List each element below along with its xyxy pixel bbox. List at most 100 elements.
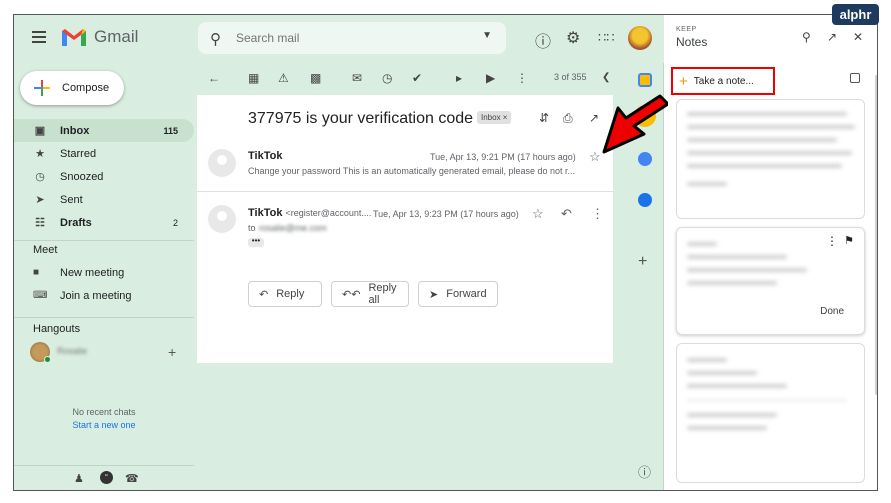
show-trimmed-content[interactable]: ••• — [248, 237, 264, 247]
gmail-header: Gmail ⚲ ▼ ⓘ ⚙ ∷∷ — [14, 15, 664, 63]
search-options-icon[interactable]: ▼ — [482, 30, 492, 41]
account-avatar[interactable] — [628, 26, 652, 50]
back-arrow-icon[interactable]: ← — [208, 71, 220, 85]
reply-all-label: Reply all — [368, 282, 397, 306]
new-list-checkbox-icon[interactable] — [850, 73, 860, 83]
note-content-blurred — [687, 242, 817, 294]
no-chats-text: No recent chats — [72, 407, 136, 417]
email-subject: 377975 is your verification code — [248, 110, 474, 127]
sidebar-nav: ▣ Inbox 115 ★ Starred ◷ Snoozed ➤ Sent ☷… — [14, 119, 194, 234]
note-card-1[interactable] — [676, 99, 865, 219]
pin-icon[interactable]: ⚑ — [844, 234, 854, 247]
report-spam-icon[interactable]: ⚠ — [278, 71, 289, 85]
email-message-collapsed[interactable]: TikTok Tue, Apr 13, 9:21 PM (17 hours ag… — [197, 147, 613, 189]
calendar-icon[interactable] — [638, 73, 652, 87]
archive-icon[interactable]: ▦ — [248, 71, 259, 85]
help-icon[interactable]: ⓘ — [535, 28, 551, 52]
take-note-label: Take a note... — [693, 75, 754, 87]
settings-gear-icon[interactable]: ⚙ — [566, 28, 580, 48]
phone-icon[interactable]: ☎ — [125, 472, 139, 485]
email-message-expanded[interactable]: TikTok <register@account.... Tue, Apr 13… — [197, 203, 613, 263]
apps-grid-icon[interactable]: ∷∷ — [598, 30, 615, 46]
move-to-icon[interactable]: ▸ — [456, 71, 462, 85]
print-icon[interactable]: ⎙ — [563, 111, 573, 126]
inbox-label-badge[interactable]: Inbox × — [477, 111, 512, 124]
video-icon: ■ — [33, 267, 40, 278]
delete-icon[interactable]: ▩ — [310, 71, 321, 85]
more-vert-icon[interactable]: ⋮ — [591, 206, 604, 222]
info-icon[interactable]: ⓘ — [638, 462, 651, 481]
alphr-watermark: alphr — [832, 4, 879, 25]
app-name: Gmail — [94, 27, 139, 46]
note-content-blurred — [687, 358, 847, 439]
keyboard-icon: ⌨ — [33, 290, 48, 301]
keep-brand: KEEP — [676, 26, 697, 33]
sender-avatar — [208, 205, 236, 233]
sidebar-item-snoozed[interactable]: ◷ Snoozed — [14, 165, 194, 188]
sidebar-item-label: Starred — [60, 147, 97, 160]
star-icon[interactable]: ☆ — [532, 206, 544, 222]
reply-icon[interactable]: ↶ — [561, 206, 572, 222]
take-a-note-button[interactable]: + Take a note... — [671, 67, 775, 95]
keep-scrollbar[interactable] — [875, 75, 877, 395]
search-icon[interactable]: ⚲ — [210, 30, 221, 48]
hangouts-chat-icon[interactable]: “ — [100, 471, 113, 484]
message-snippet: Change your password This is an automati… — [248, 166, 576, 176]
label-icon[interactable]: ▶ — [486, 71, 495, 85]
compose-button[interactable]: Compose — [20, 71, 124, 105]
mark-unread-icon[interactable]: ✉ — [352, 71, 362, 85]
new-meeting-item[interactable]: ■ New meeting — [14, 261, 194, 284]
forward-icon: ➤ — [429, 288, 439, 301]
clock-icon: ◷ — [35, 171, 45, 183]
gmail-m-icon — [62, 29, 86, 46]
gmail-logo[interactable]: Gmail — [61, 27, 138, 47]
compose-plus-icon — [34, 80, 50, 96]
sidebar-item-label: Snoozed — [60, 170, 104, 183]
more-vert-icon[interactable]: ⋮ — [826, 234, 838, 248]
meet-section: ■ New meeting ⌨ Join a meeting — [14, 261, 194, 307]
expand-collapse-icon[interactable]: ⇵ — [539, 111, 549, 125]
reply-label: Reply — [276, 288, 305, 300]
sender-name: TikTok — [248, 150, 283, 162]
done-button[interactable]: Done — [820, 306, 844, 317]
search-icon[interactable]: ⚲ — [802, 30, 811, 44]
message-date: Tue, Apr 13, 9:21 PM (17 hours ago) — [430, 152, 576, 162]
snooze-icon[interactable]: ◷ — [382, 71, 392, 85]
hangouts-user-name: Rosalie — [57, 346, 88, 356]
note-card-3[interactable] — [676, 343, 865, 483]
search-bar[interactable]: ⚲ ▼ — [198, 22, 506, 54]
sender-avatar — [208, 149, 236, 177]
prev-chevron-icon[interactable]: ❮ — [602, 72, 610, 83]
open-in-new-tab-icon[interactable]: ↗ — [827, 30, 837, 44]
sidebar-item-inbox[interactable]: ▣ Inbox 115 — [14, 119, 194, 142]
sidebar-item-drafts[interactable]: ☷ Drafts 2 — [14, 211, 194, 234]
get-addons-plus-icon[interactable]: + — [638, 253, 647, 271]
contacts-icon[interactable] — [638, 193, 652, 207]
reply-all-button[interactable]: ↶↶ Reply all — [331, 281, 409, 307]
hangouts-user[interactable]: Rosalie — [30, 342, 190, 363]
reply-icon: ↶ — [259, 288, 269, 301]
sidebar-divider — [14, 317, 194, 318]
forward-button[interactable]: ➤ Forward — [418, 281, 498, 307]
reply-all-icon: ↶↶ — [342, 288, 361, 301]
join-meeting-item[interactable]: ⌨ Join a meeting — [14, 284, 194, 307]
compose-label: Compose — [62, 82, 110, 94]
reply-button[interactable]: ↶ Reply — [248, 281, 322, 307]
main-menu-icon[interactable] — [32, 31, 46, 43]
sidebar-item-starred[interactable]: ★ Starred — [14, 142, 194, 165]
keep-panel-title: Notes — [676, 35, 708, 49]
contacts-person-icon[interactable]: ♟ — [74, 472, 84, 485]
sender-name: TikTok <register@account.... — [248, 207, 372, 219]
sidebar-item-sent[interactable]: ➤ Sent — [14, 188, 194, 211]
close-icon[interactable]: ✕ — [853, 30, 863, 44]
add-task-icon[interactable]: ✔ — [412, 71, 422, 85]
inbox-icon: ▣ — [34, 125, 46, 137]
more-options-icon[interactable]: ⋮ — [516, 71, 528, 85]
start-new-chat-link[interactable]: Start a new one — [14, 420, 194, 430]
search-input[interactable] — [236, 29, 466, 47]
sidebar-item-label: Sent — [60, 193, 83, 206]
pagination-text: 3 of 355 — [554, 72, 587, 82]
add-chat-plus-icon[interactable]: + — [168, 344, 176, 360]
send-icon: ➤ — [35, 194, 45, 206]
note-card-2[interactable]: ⋮ ⚑ Done — [676, 227, 865, 335]
